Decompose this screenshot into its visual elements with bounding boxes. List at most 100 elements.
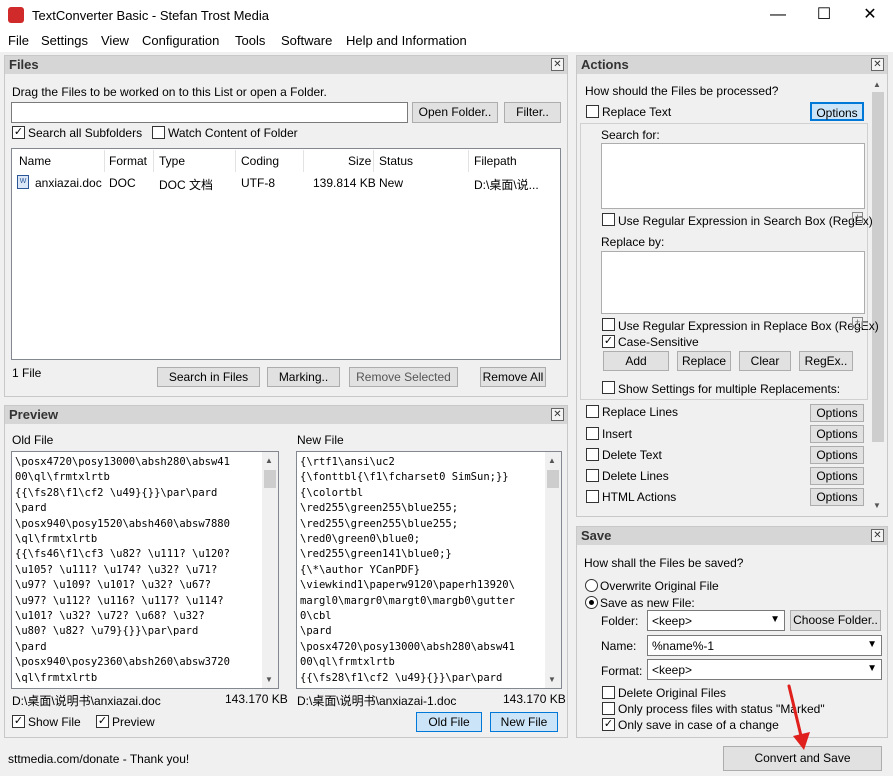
marking-button[interactable]: Marking.. [267,367,340,387]
col-format[interactable]: Format [109,154,147,168]
old-file-button[interactable]: Old File [416,712,482,732]
replace-by-textarea[interactable] [601,251,865,314]
search-for-label: Search for: [601,128,660,142]
save-panel-close-icon[interactable]: ✕ [871,529,884,542]
plus-icon[interactable]: + [852,317,863,328]
show-file-checkbox[interactable]: ✓ [12,715,25,728]
file-type: DOC 文档 [159,178,214,192]
search-subfolders-checkbox[interactable]: ✓ [12,126,25,139]
html-actions-options-button[interactable]: Options [810,488,864,506]
new-file-textarea[interactable]: {\rtf1\ansi\uc2 {\fonttbl{\f1\fcharset0 … [296,451,562,689]
only-marked-checkbox[interactable] [602,702,615,715]
col-filepath[interactable]: Filepath [474,154,517,168]
case-sensitive-checkbox[interactable]: ✓ [602,335,615,348]
file-size: 139.814 KB [313,176,376,190]
insert-checkbox[interactable] [586,427,599,440]
delete-text-checkbox[interactable] [586,448,599,461]
replace-lines-checkbox[interactable] [586,405,599,418]
choose-folder-button[interactable]: Choose Folder.. [790,610,881,631]
save-question: How shall the Files be saved? [584,556,744,570]
minimize-button[interactable]: — [755,0,801,30]
regex-button[interactable]: RegEx.. [799,351,853,371]
regex-search-checkbox[interactable] [602,213,615,226]
delete-text-label: Delete Text [602,448,662,462]
files-panel-title: Files [9,57,39,72]
html-actions-checkbox[interactable] [586,490,599,503]
new-file-size: 143.170 KB [503,692,566,706]
replace-text-checkbox[interactable] [586,105,599,118]
column-divider [468,150,469,172]
replace-lines-options-button[interactable]: Options [810,404,864,422]
overwrite-label: Overwrite Original File [600,579,719,593]
replace-text-options-button[interactable]: Options [810,102,864,121]
remove-all-button[interactable]: Remove All [480,367,546,387]
file-format: DOC [109,176,136,190]
preview-checkbox[interactable]: ✓ [96,715,109,728]
show-file-label: Show File [28,715,81,729]
delete-original-checkbox[interactable] [602,686,615,699]
preview-panel-close-icon[interactable]: ✕ [551,408,564,421]
insert-options-button[interactable]: Options [810,425,864,443]
preview-panel-title: Preview [9,407,59,422]
menu-file[interactable]: File [8,33,29,48]
format-value: <keep> [652,663,693,677]
regex-replace-checkbox[interactable] [602,318,615,331]
old-file-textarea[interactable]: \posx4720\posy13000\absh280\absw41 00\ql… [11,451,279,689]
filter-button[interactable]: Filter.. [504,102,561,123]
search-subfolders-label: Search all Subfolders [28,126,143,140]
remove-selected-button[interactable]: Remove Selected [349,367,458,387]
clear-button[interactable]: Clear [739,351,791,371]
menu-configuration[interactable]: Configuration [142,33,219,48]
html-actions-label: HTML Actions [602,490,677,504]
col-name[interactable]: Name [19,154,51,168]
col-type[interactable]: Type [159,154,185,168]
folder-combo[interactable]: <keep> ▼ [647,610,785,631]
save-panel-header: Save ✕ [577,527,887,545]
delete-lines-options-button[interactable]: Options [810,467,864,485]
col-coding[interactable]: Coding [241,154,279,168]
search-for-textarea[interactable] [601,143,865,209]
replace-button[interactable]: Replace [677,351,731,371]
format-combo[interactable]: <keep> ▼ [647,659,882,680]
actions-question: How should the Files be processed? [585,84,779,98]
maximize-button[interactable]: ☐ [801,0,847,30]
delete-lines-checkbox[interactable] [586,469,599,482]
old-file-size: 143.170 KB [225,692,288,706]
folder-path-input[interactable] [11,102,408,123]
menu-tools[interactable]: Tools [235,33,265,48]
only-change-checkbox[interactable]: ✓ [602,718,615,731]
close-button[interactable]: ✕ [847,0,893,30]
add-button[interactable]: Add [603,351,669,371]
actions-panel-close-icon[interactable]: ✕ [871,58,884,71]
name-combo[interactable]: %name%-1 ▼ [647,635,882,656]
open-folder-button[interactable]: Open Folder.. [412,102,498,123]
app-logo-icon [8,7,24,23]
menu-view[interactable]: View [101,33,129,48]
watch-folder-checkbox[interactable] [152,126,165,139]
menu-help[interactable]: Help and Information [346,33,467,48]
col-status[interactable]: Status [379,154,413,168]
col-size[interactable]: Size [348,154,371,168]
actions-scrollbar[interactable]: ▲ ▼ [870,76,886,514]
only-change-label: Only save in case of a change [618,718,779,732]
delete-lines-label: Delete Lines [602,469,669,483]
new-file-button[interactable]: New File [490,712,558,732]
file-name: anxiazai.doc [35,176,102,190]
menu-settings[interactable]: Settings [41,33,88,48]
delete-text-options-button[interactable]: Options [810,446,864,464]
file-path: D:\桌面\说... [474,178,539,192]
actions-panel-header: Actions ✕ [577,56,887,74]
new-file-scrollbar[interactable]: ▲ ▼ [545,452,561,688]
column-divider [235,150,236,172]
save-new-radio[interactable] [585,596,598,609]
old-file-scrollbar[interactable]: ▲ ▼ [262,452,278,688]
files-panel-close-icon[interactable]: ✕ [551,58,564,71]
show-multi-checkbox[interactable] [602,381,615,394]
overwrite-radio[interactable] [585,579,598,592]
chevron-down-icon: ▼ [770,614,780,625]
plus-icon[interactable]: + [852,212,863,223]
document-icon: W [17,175,29,189]
menu-software[interactable]: Software [281,33,332,48]
search-in-files-button[interactable]: Search in Files [157,367,260,387]
donate-link[interactable]: sttmedia.com/donate - Thank you! [8,752,189,766]
